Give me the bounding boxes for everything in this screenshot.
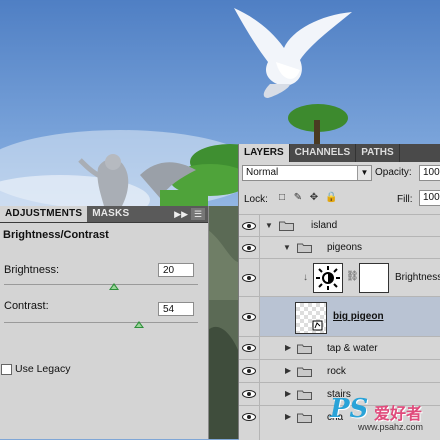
layers-tabbar: LAYERS CHANNELS PATHS xyxy=(239,144,440,162)
lock-image-icon[interactable]: ✎ xyxy=(293,192,303,204)
eye-icon[interactable] xyxy=(242,222,256,230)
expand-triangle-icon[interactable]: ▼ xyxy=(265,221,273,230)
link-chain-icon[interactable]: ⛓ xyxy=(346,271,359,282)
watermark-chinese: 爱好者 xyxy=(374,404,423,423)
layer-row-brightness[interactable]: ↓ ⛓ Brightness xyxy=(239,258,440,297)
fill-label: Fill: xyxy=(397,194,413,205)
folder-icon xyxy=(297,390,312,400)
opacity-input[interactable]: 100% xyxy=(419,165,440,181)
folder-icon xyxy=(297,413,312,423)
adjustments-tabbar: ADJUSTMENTS MASKS ▶▶ ☰ xyxy=(0,206,208,223)
collapse-triangle-icon[interactable]: ▶ xyxy=(285,389,291,398)
tab-channels[interactable]: CHANNELS xyxy=(290,144,357,162)
tab-adjustments[interactable]: ADJUSTMENTS xyxy=(0,206,88,222)
collapse-triangle-icon[interactable]: ▶ xyxy=(285,412,291,421)
brightness-sun-icon xyxy=(316,266,340,290)
folder-icon xyxy=(297,243,312,253)
eye-icon[interactable] xyxy=(242,390,256,398)
visibility-toggle[interactable] xyxy=(239,259,260,297)
opacity-label: Opacity: xyxy=(375,167,412,178)
contrast-slider-track[interactable] xyxy=(4,322,198,323)
lock-all-icon[interactable]: 🔒 xyxy=(325,192,337,204)
brightness-input[interactable]: 20 xyxy=(158,263,194,277)
clip-arrow-icon: ↓ xyxy=(303,272,308,283)
layer-name: tap & water xyxy=(327,343,378,354)
blend-mode-value: Normal xyxy=(246,167,279,178)
visibility-toggle[interactable] xyxy=(239,383,260,406)
tab-paths[interactable]: PATHS xyxy=(356,144,400,162)
expand-triangle-icon[interactable]: ▼ xyxy=(283,243,291,252)
brightness-label: Brightness: xyxy=(4,264,60,276)
eye-icon[interactable] xyxy=(242,344,256,352)
eye-icon[interactable] xyxy=(242,313,256,321)
visibility-toggle[interactable] xyxy=(239,237,260,259)
fill-input[interactable]: 100% xyxy=(419,190,440,206)
mask-thumbnail[interactable] xyxy=(359,263,389,293)
brightness-slider-track[interactable] xyxy=(4,284,198,285)
tab-masks[interactable]: MASKS xyxy=(87,206,134,222)
blend-mode-select[interactable]: Normal ▼ xyxy=(242,165,372,181)
lock-transparency-icon[interactable]: □ xyxy=(277,192,287,204)
brightness-slider-thumb[interactable] xyxy=(108,283,119,290)
layer-name: rock xyxy=(327,366,346,377)
visibility-toggle[interactable] xyxy=(239,215,260,237)
tab-layers[interactable]: LAYERS xyxy=(239,144,290,162)
layer-row-big-pigeon[interactable]: big pigeon xyxy=(239,296,440,337)
eye-icon[interactable] xyxy=(242,274,256,282)
adjustments-panel: ADJUSTMENTS MASKS ▶▶ ☰ Brightness/Contra… xyxy=(0,206,209,439)
watermark-url: www.psahz.com xyxy=(358,422,424,432)
lock-position-icon[interactable]: ✥ xyxy=(309,192,319,204)
layer-name: pigeons xyxy=(327,242,363,253)
contrast-label: Contrast: xyxy=(4,300,49,312)
panel-collapse-arrows-icon[interactable]: ▶▶ xyxy=(171,209,191,220)
visibility-toggle[interactable] xyxy=(239,297,260,337)
eye-icon[interactable] xyxy=(242,367,256,375)
visibility-toggle[interactable] xyxy=(239,406,260,440)
contrast-input[interactable]: 54 xyxy=(158,302,194,316)
layer-name: big pigeon xyxy=(333,311,384,322)
folder-icon xyxy=(297,367,312,377)
eye-icon[interactable] xyxy=(242,244,256,252)
layer-row-tap-water[interactable]: ▶ tap & water xyxy=(239,336,440,360)
dove-image xyxy=(234,8,352,98)
adjustment-thumbnail[interactable] xyxy=(313,263,343,293)
layer-name: Brightness xyxy=(395,272,440,283)
collapse-triangle-icon[interactable]: ▶ xyxy=(285,366,291,375)
layer-row-rock[interactable]: ▶ rock xyxy=(239,359,440,383)
smart-object-icon xyxy=(312,320,323,331)
watermark: PS 爱好者 www.psahz.com xyxy=(330,394,440,439)
layer-row-pigeons[interactable]: ▼ pigeons xyxy=(239,236,440,259)
eye-icon[interactable] xyxy=(242,413,256,421)
visibility-toggle[interactable] xyxy=(239,337,260,360)
layer-thumbnail[interactable] xyxy=(295,302,327,334)
panel-menu-icon[interactable]: ☰ xyxy=(191,208,205,220)
folder-icon xyxy=(297,344,312,354)
watermark-brand: PS xyxy=(330,394,369,424)
use-legacy-option[interactable]: Use Legacy xyxy=(1,363,70,375)
collapse-triangle-icon[interactable]: ▶ xyxy=(285,343,291,352)
contrast-slider-thumb[interactable] xyxy=(133,321,144,328)
layer-row-island[interactable]: ▼ island xyxy=(239,214,440,237)
chevron-down-icon[interactable]: ▼ xyxy=(357,166,371,180)
visibility-toggle[interactable] xyxy=(239,360,260,383)
lock-label: Lock: xyxy=(244,194,268,205)
use-legacy-checkbox[interactable] xyxy=(1,363,12,375)
folder-icon xyxy=(279,221,294,231)
layer-name: island xyxy=(311,220,338,231)
adjustment-title: Brightness/Contrast xyxy=(3,229,109,241)
use-legacy-label: Use Legacy xyxy=(15,363,71,375)
